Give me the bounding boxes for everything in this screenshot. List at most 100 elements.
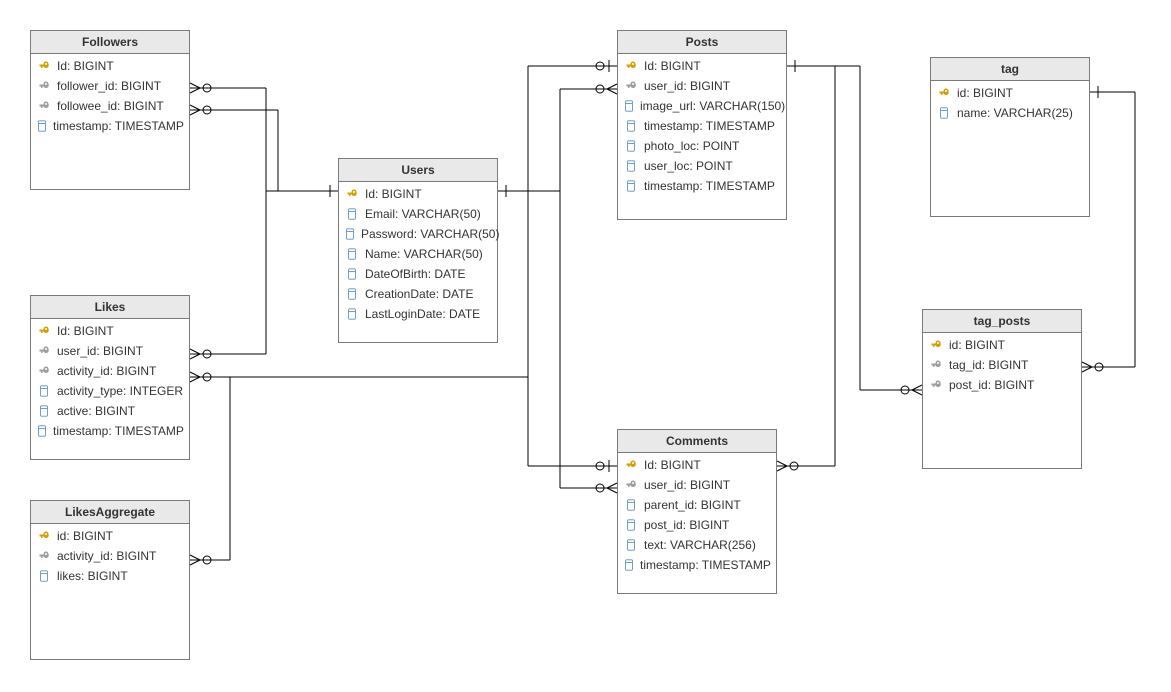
foreign-key-icon	[37, 364, 51, 378]
column-label: Id: BIGINT	[365, 188, 422, 200]
column-icon	[624, 99, 634, 113]
column-label: timestamp: TIMESTAMP	[53, 425, 184, 437]
column-likes-3: activity_type: INTEGER	[35, 381, 185, 401]
column-icon	[345, 287, 359, 301]
entity-tag[interactable]: tag id: BIGINTname: VARCHAR(25)	[930, 57, 1090, 217]
entity-columns: id: BIGINTname: VARCHAR(25)	[931, 81, 1089, 129]
entity-users[interactable]: Users Id: BIGINTEmail: VARCHAR(50)Passwo…	[338, 158, 498, 343]
column-tag_posts-1: tag_id: BIGINT	[927, 355, 1077, 375]
foreign-key-icon	[929, 378, 943, 392]
column-followers-0: Id: BIGINT	[35, 56, 185, 76]
column-label: Id: BIGINT	[644, 459, 701, 471]
column-label: activity_id: BIGINT	[57, 550, 156, 562]
column-icon	[937, 106, 951, 120]
column-likes-2: activity_id: BIGINT	[35, 361, 185, 381]
column-posts-1: user_id: BIGINT	[622, 76, 782, 96]
column-label: user_id: BIGINT	[57, 345, 143, 357]
column-posts-2: image_url: VARCHAR(150)	[622, 96, 782, 116]
entity-columns: Id: BIGINT follower_id: BIGINT followee_id…	[31, 54, 189, 142]
column-tag_posts-2: post_id: BIGINT	[927, 375, 1077, 395]
column-posts-0: Id: BIGINT	[622, 56, 782, 76]
column-icon	[37, 404, 51, 418]
entity-title: tag_posts	[923, 310, 1081, 333]
column-icon	[624, 558, 634, 572]
column-label: Name: VARCHAR(50)	[365, 248, 483, 260]
column-followers-2: followee_id: BIGINT	[35, 96, 185, 116]
column-posts-6: timestamp: TIMESTAMP	[622, 176, 782, 196]
column-label: parent_id: BIGINT	[644, 499, 741, 511]
entity-columns: Id: BIGINT Email: VARCHAR(50) Password: VA…	[339, 182, 497, 330]
entity-columns: id: BIGINTactivity_id: BIGINTlikes: BIGI…	[31, 524, 189, 592]
column-label: timestamp: TIMESTAMP	[644, 120, 775, 132]
entity-comments[interactable]: Comments Id: BIGINT user_id: BIGINT parent…	[617, 429, 777, 594]
entity-likes[interactable]: Likes Id: BIGINT user_id: BIGINT activity_…	[30, 295, 190, 460]
column-users-3: Name: VARCHAR(50)	[343, 244, 493, 264]
column-comments-3: post_id: BIGINT	[622, 515, 772, 535]
entity-columns: Id: BIGINT user_id: BIGINT image_url: VARC…	[618, 54, 786, 202]
column-icon	[37, 384, 51, 398]
column-icon	[624, 179, 638, 193]
entity-title: Comments	[618, 430, 776, 453]
primary-key-icon	[37, 324, 51, 338]
column-icon	[37, 424, 47, 438]
column-comments-1: user_id: BIGINT	[622, 475, 772, 495]
rel-tagposts-posts	[835, 66, 922, 395]
column-users-2: Password: VARCHAR(50)	[343, 224, 493, 244]
entity-title: Likes	[31, 296, 189, 319]
column-label: activity_type: INTEGER	[57, 385, 183, 397]
column-comments-5: timestamp: TIMESTAMP	[622, 555, 772, 575]
column-tag-0: id: BIGINT	[935, 83, 1085, 103]
column-icon	[624, 538, 638, 552]
column-label: Id: BIGINT	[57, 325, 114, 337]
column-users-6: LastLoginDate: DATE	[343, 304, 493, 324]
column-tag-1: name: VARCHAR(25)	[935, 103, 1085, 123]
column-label: post_id: BIGINT	[949, 379, 1034, 391]
er-canvas: { "diagram": { "type": "ER", "entities":…	[0, 0, 1171, 692]
column-likes-0: Id: BIGINT	[35, 321, 185, 341]
column-posts-3: timestamp: TIMESTAMP	[622, 116, 782, 136]
column-label: DateOfBirth: DATE	[365, 268, 465, 280]
foreign-key-icon	[37, 344, 51, 358]
column-label: followee_id: BIGINT	[57, 100, 164, 112]
column-label: user_id: BIGINT	[644, 80, 730, 92]
rel-likes-users	[190, 191, 266, 359]
column-users-5: CreationDate: DATE	[343, 284, 493, 304]
column-icon	[624, 518, 638, 532]
column-comments-4: text: VARCHAR(256)	[622, 535, 772, 555]
entity-followers[interactable]: Followers Id: BIGINTfollower_id: BIGINTf…	[30, 30, 190, 190]
column-posts-5: user_loc: POINT	[622, 156, 782, 176]
column-label: Id: BIGINT	[57, 60, 114, 72]
primary-key-icon	[937, 86, 951, 100]
column-icon	[345, 207, 359, 221]
entity-title: Posts	[618, 31, 786, 54]
column-label: follower_id: BIGINT	[57, 80, 161, 92]
entity-title: tag	[931, 58, 1089, 81]
column-label: Email: VARCHAR(50)	[365, 208, 481, 220]
column-label: Password: VARCHAR(50)	[361, 228, 499, 240]
column-followers-1: follower_id: BIGINT	[35, 76, 185, 96]
column-label: activity_id: BIGINT	[57, 365, 156, 377]
column-likes-4: active: BIGINT	[35, 401, 185, 421]
entity-likesaggregate[interactable]: LikesAggregate id: BIGINTactivity_id: BI…	[30, 500, 190, 660]
column-label: id: BIGINT	[949, 339, 1005, 351]
rel-posts-users	[498, 84, 617, 197]
column-label: LastLoginDate: DATE	[365, 308, 480, 320]
column-comments-2: parent_id: BIGINT	[622, 495, 772, 515]
rel-followers-users-1	[190, 83, 338, 197]
entity-columns: Id: BIGINT user_id: BIGINT activity_id: BI…	[31, 319, 189, 447]
entity-posts[interactable]: Posts Id: BIGINT user_id: BIGINT image_url…	[617, 30, 787, 220]
entity-columns: Id: BIGINT user_id: BIGINT parent_id: BIGI…	[618, 453, 776, 581]
entity-title: LikesAggregate	[31, 501, 189, 524]
column-tag_posts-0: id: BIGINT	[927, 335, 1077, 355]
column-label: user_id: BIGINT	[644, 479, 730, 491]
primary-key-icon	[624, 59, 638, 73]
column-users-0: Id: BIGINT	[343, 184, 493, 204]
entity-tag-posts[interactable]: tag_posts id: BIGINT tag_id: BIGINT post_i…	[922, 309, 1082, 469]
foreign-key-icon	[37, 79, 51, 93]
foreign-key-icon	[37, 99, 51, 113]
column-label: photo_loc: POINT	[644, 140, 739, 152]
column-label: timestamp: TIMESTAMP	[53, 120, 184, 132]
foreign-key-icon	[624, 79, 638, 93]
rel-likesagg-likes	[190, 377, 230, 565]
column-icon	[624, 139, 638, 153]
